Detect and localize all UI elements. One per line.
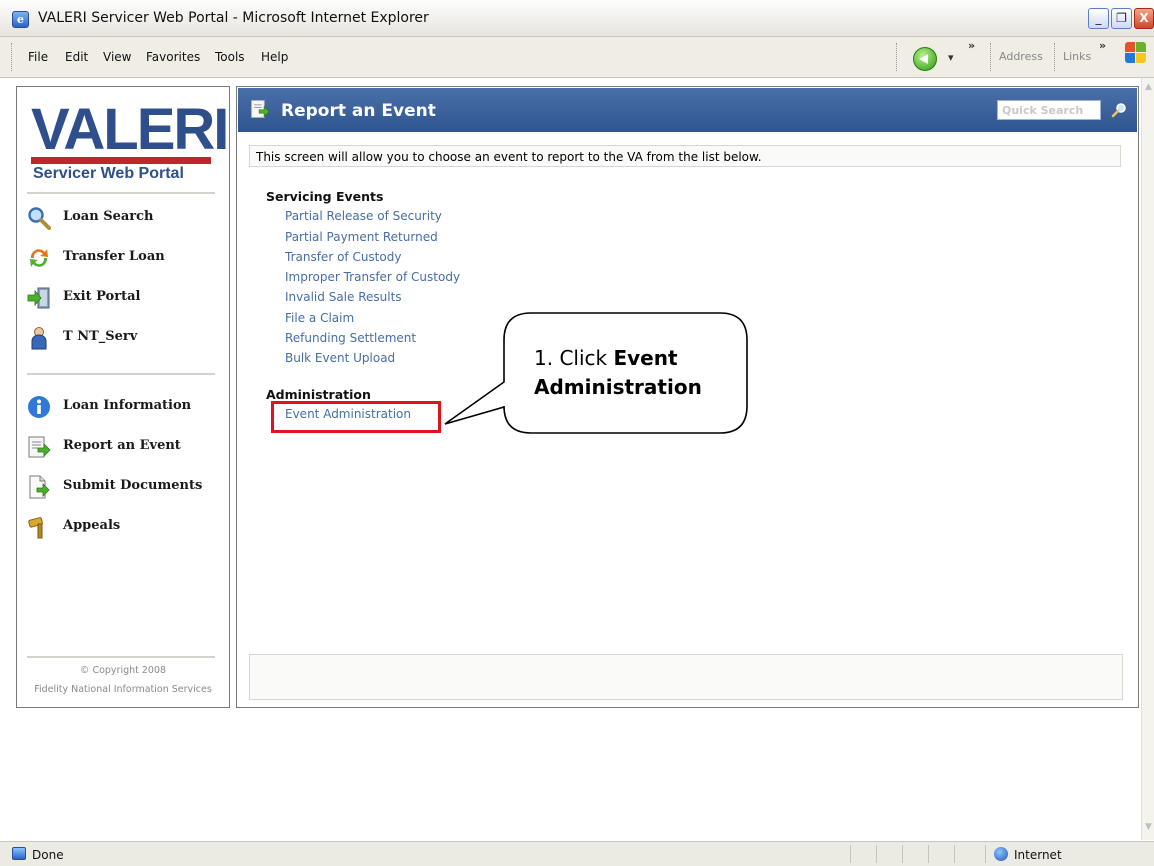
sidebar-item-report-event[interactable]: Report an Event [27,433,217,461]
sidebar-item-loan-search[interactable]: Loan Search [27,204,217,232]
links-label[interactable]: Links [1063,50,1091,63]
close-button[interactable]: X [1134,8,1154,29]
link-file-a-claim[interactable]: File a Claim [285,311,354,325]
link-refunding-settlement[interactable]: Refunding Settlement [285,331,416,345]
menu-tools[interactable]: Tools [215,50,245,64]
internet-zone-icon [994,847,1008,861]
back-dropdown-icon[interactable]: ▾ [948,51,954,64]
links-chevron-icon[interactable]: » [1099,39,1106,52]
toolbar-grip [896,43,897,71]
sidebar-item-submit-documents[interactable]: Submit Documents [27,473,217,501]
highlight-box [271,401,441,433]
sidebar-item-label: Report an Event [63,438,181,453]
toolbar-grip [1054,43,1055,71]
menu-help[interactable]: Help [261,50,288,64]
status-text: Done [32,848,64,862]
vertical-scrollbar[interactable]: ▲ ▼ [1141,78,1154,840]
link-transfer-of-custody[interactable]: Transfer of Custody [285,250,401,264]
callout-text: 1. Click Event Administration [534,344,702,402]
main-header: Report an Event Quick Search [238,88,1137,132]
logo-bar [31,157,211,164]
page-done-icon [12,847,26,860]
callout-prefix: 1. Click [534,346,614,370]
page-title: Report an Event [281,101,436,121]
link-partial-release-of-security[interactable]: Partial Release of Security [285,209,442,223]
link-improper-transfer-of-custody[interactable]: Improper Transfer of Custody [285,270,460,284]
scroll-down-icon[interactable]: ▼ [1143,822,1154,833]
sidebar-divider [27,192,215,194]
toolbar-grip [990,43,991,71]
sidebar-item-label: Loan Information [63,398,192,413]
menu-view[interactable]: View [103,50,131,64]
window-title-bar: e VALERI Servicer Web Portal - Microsoft… [0,0,1154,37]
description-box: This screen will allow you to choose an … [249,145,1121,167]
status-separator [876,845,877,863]
exit-icon [27,287,50,309]
logo-text: VALERI [31,97,229,162]
internet-explorer-icon: e [12,11,29,28]
toolbar-grip [11,43,12,71]
scroll-up-icon[interactable]: ▲ [1143,82,1154,93]
sidebar-item-label: Submit Documents [63,478,203,493]
restore-button[interactable]: ❐ [1111,8,1132,29]
sidebar-item-label: Appeals [63,518,121,533]
user-icon [31,327,47,350]
sidebar-item-exit-portal[interactable]: Exit Portal [27,284,217,312]
window-title: VALERI Servicer Web Portal - Microsoft I… [38,10,429,26]
administration-heading: Administration [266,387,371,402]
menu-bar: File Edit View Favorites Tools Help ▾ » … [0,37,1154,78]
gavel-icon [28,517,43,539]
link-invalid-sale-results[interactable]: Invalid Sale Results [285,290,402,304]
callout-bold-administration: Administration [534,375,702,399]
transfer-icon [30,249,48,267]
sidebar-item-user[interactable]: T NT_Serv [27,324,217,352]
sidebar-item-label: Transfer Loan [63,249,165,264]
sidebar-divider [27,656,215,658]
document-icon [29,475,50,499]
link-bulk-event-upload[interactable]: Bulk Event Upload [285,351,395,365]
menu-file[interactable]: File [28,50,48,64]
address-label[interactable]: Address [999,50,1043,63]
copyright-text: © Copyright 2008 [79,665,167,676]
minimize-button[interactable]: _ [1088,8,1109,29]
sidebar-item-label: Exit Portal [63,289,141,304]
status-separator [928,845,929,863]
copyright-company: Fidelity National Information Services [34,684,212,695]
link-partial-payment-returned[interactable]: Partial Payment Returned [285,230,438,244]
security-zone-text: Internet [1014,848,1062,862]
sidebar-item-loan-information[interactable]: Loan Information [27,393,217,421]
sidebar: VALERI Servicer Web Portal Loan Search T… [16,86,230,708]
sidebar-item-label: T NT_Serv [63,329,138,344]
status-separator [850,845,851,863]
footer-box [249,654,1123,700]
menu-favorites[interactable]: Favorites [146,50,200,64]
servicing-events-heading: Servicing Events [266,189,384,204]
report-icon [251,100,270,118]
report-icon [28,436,51,458]
back-arrow-icon[interactable] [913,47,937,71]
toolbar-chevron-icon[interactable]: » [968,39,975,52]
search-icon[interactable] [1111,102,1127,118]
windows-logo-icon [1125,42,1147,64]
status-separator [902,845,903,863]
status-separator [954,845,955,863]
valeri-logo: VALERI Servicer Web Portal [31,101,229,182]
sidebar-item-label: Loan Search [63,209,154,224]
sidebar-item-appeals[interactable]: Appeals [27,513,217,541]
sidebar-divider [27,373,215,375]
logo-subtitle: Servicer Web Portal [33,165,184,182]
sidebar-item-transfer-loan[interactable]: Transfer Loan [27,244,217,272]
quick-search-input[interactable]: Quick Search [997,100,1101,120]
menu-edit[interactable]: Edit [65,50,88,64]
callout-bold-event: Event [613,346,678,370]
status-bar: Done Internet [0,841,1154,866]
magnifier-icon [28,207,51,230]
status-separator [985,845,986,863]
info-icon [28,396,50,418]
